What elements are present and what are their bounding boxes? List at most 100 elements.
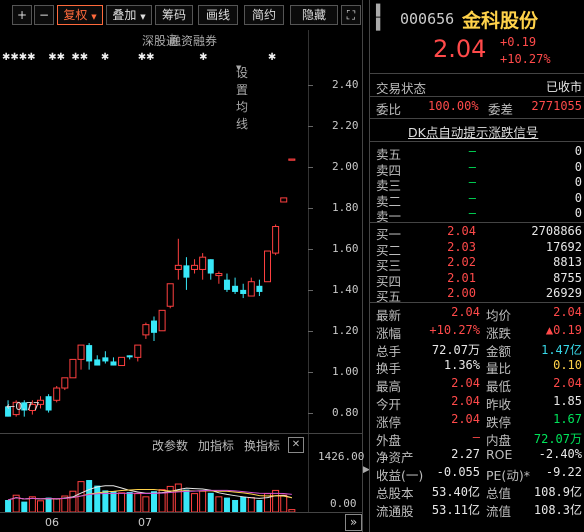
volume-bar[interactable] [45, 497, 52, 512]
volume-bar[interactable] [232, 500, 239, 512]
buy-level-row[interactable]: 买三 2.02 8813 [376, 255, 582, 273]
candle-body [102, 357, 109, 362]
candle[interactable] [166, 283, 174, 309]
candle[interactable] [183, 257, 190, 290]
volume-bar[interactable] [215, 496, 223, 512]
candle[interactable] [264, 250, 272, 283]
sell-level-row[interactable]: 卖二 —0 [376, 191, 582, 209]
stat-value: -0.055 [436, 465, 480, 480]
volume-bar[interactable] [223, 497, 230, 512]
volume-bar[interactable] [166, 485, 174, 512]
weibi-row: 委比 100.00% 委差 2771055 [376, 99, 582, 117]
candle[interactable] [272, 224, 280, 256]
diejia-dropdown[interactable]: 叠加 ▼ [106, 5, 152, 25]
stat-label: 总手 [376, 343, 402, 359]
sell-level-row[interactable]: 卖三 —0 [376, 175, 582, 193]
candle[interactable] [191, 259, 199, 274]
volume-bar[interactable] [240, 496, 247, 512]
zoom-in-button[interactable]: + [12, 5, 32, 25]
volume-bar[interactable] [199, 490, 207, 512]
sell-level-row[interactable]: 卖一 —0 [376, 206, 582, 224]
volume-bar[interactable] [134, 493, 142, 512]
candle-body [118, 356, 126, 367]
yincang-button[interactable]: 隐藏 [290, 5, 338, 25]
candle[interactable] [126, 355, 133, 360]
stat-value: 1.36% [443, 358, 480, 373]
sell-level-row[interactable]: 卖五 —0 [376, 144, 582, 162]
volume-bar[interactable] [94, 485, 101, 512]
volume-bar[interactable] [5, 500, 12, 512]
jiazhibiao-button[interactable]: 加指标 [198, 437, 234, 454]
candle[interactable] [240, 283, 247, 299]
candle[interactable] [207, 259, 214, 280]
candle[interactable] [102, 351, 109, 364]
sell-level-row[interactable]: 卖四 —0 [376, 160, 582, 178]
stat-value: +10.27% [429, 322, 480, 337]
buy-level-row[interactable]: 买一 2.04 2708866 [376, 224, 582, 242]
jiancheng-button[interactable]: 简约 [244, 5, 284, 25]
volume-bar[interactable] [256, 500, 263, 512]
candle[interactable] [61, 377, 69, 391]
volume-bar[interactable] [86, 480, 93, 512]
buy-level-row[interactable]: 买五 2.00 26929 [376, 286, 582, 304]
scroll-next-button[interactable]: » [345, 514, 362, 531]
level-volume: 0 [574, 175, 582, 189]
candle[interactable] [69, 358, 77, 379]
candlestick-chart[interactable] [0, 65, 308, 433]
volume-chart[interactable] [0, 455, 308, 512]
candle[interactable] [215, 271, 223, 284]
candle[interactable] [134, 344, 142, 362]
candle[interactable] [199, 253, 207, 280]
dk-signal-link[interactable]: DK点自动提示涨跌信号 [408, 122, 538, 141]
volume-bar[interactable] [36, 500, 44, 512]
volume-bar[interactable] [247, 497, 255, 512]
candle[interactable] [77, 344, 85, 370]
close-indicator-button[interactable]: ✕ [288, 437, 304, 453]
rongzi-link[interactable]: 融资融券 [169, 32, 217, 49]
buy-level-row[interactable]: 买二 2.03 17692 [376, 240, 582, 258]
candle[interactable] [288, 158, 296, 161]
volume-bar[interactable] [151, 491, 157, 512]
zoom-out-button[interactable]: − [34, 5, 54, 25]
candle[interactable] [110, 357, 117, 366]
candle[interactable] [174, 238, 182, 280]
candle[interactable] [86, 343, 93, 370]
candle[interactable] [232, 277, 239, 294]
candle[interactable] [151, 316, 157, 341]
buy-level-row[interactable]: 买四 2.01 8755 [376, 271, 582, 289]
candle[interactable] [158, 309, 166, 332]
expand-icon[interactable]: ⛶ [341, 5, 361, 25]
volume-bar[interactable] [21, 501, 28, 512]
candle[interactable] [45, 394, 52, 413]
candle[interactable] [118, 356, 126, 367]
candle[interactable] [280, 197, 288, 203]
volume-bar[interactable] [191, 493, 199, 512]
candle[interactable] [53, 385, 61, 403]
candle[interactable] [223, 273, 230, 292]
volume-bar[interactable] [110, 491, 117, 512]
volume-bar[interactable] [174, 483, 182, 512]
volume-bar[interactable] [53, 498, 61, 512]
volume-bar[interactable] [142, 496, 150, 512]
chouma-button[interactable]: 筹码 [155, 5, 193, 25]
candle[interactable] [142, 322, 150, 339]
huaxian-button[interactable]: 画线 [198, 5, 238, 25]
candle[interactable] [256, 279, 263, 297]
huanzhibiao-button[interactable]: 换指标 [244, 437, 280, 454]
candle[interactable] [94, 355, 101, 366]
panel-toggle-icon[interactable]: ▌ ▌ [376, 4, 396, 32]
quote-panel: ▌ ▌ 000656 金科股份 2.04 +0.19 +10.27% 交易状态 已… [369, 0, 584, 532]
fuquan-dropdown[interactable]: 复权 ▼ [57, 5, 103, 25]
volume-bar[interactable] [126, 492, 133, 512]
volume-bar[interactable] [69, 490, 77, 512]
volume-bar[interactable] [28, 496, 36, 512]
volume-bar[interactable] [207, 492, 214, 512]
candle[interactable] [247, 277, 255, 297]
stat-label: 换手 [376, 361, 402, 377]
gaicanshu-button[interactable]: 改参数 [152, 437, 188, 454]
volume-bar[interactable] [280, 494, 288, 512]
volume-bar[interactable] [183, 489, 190, 512]
event-markers[interactable]: ✱✱✱✱ ✱✱ ✱✱ ✱ ✱✱ ✱ ✱ [2, 52, 276, 63]
volume-bar[interactable] [118, 492, 126, 512]
candle-body [94, 359, 101, 366]
